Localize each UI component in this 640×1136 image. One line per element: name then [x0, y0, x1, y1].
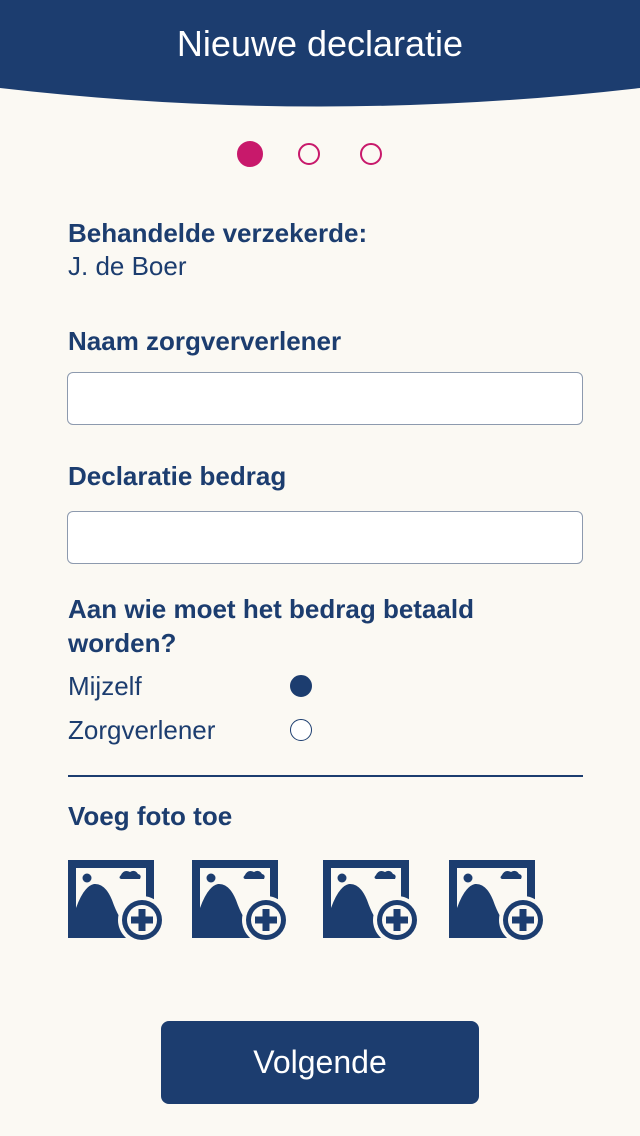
- add-photo-icon: [322, 858, 424, 946]
- payee-option-provider-label: Zorgverlener: [68, 715, 216, 745]
- insured-name: J. de Boer: [68, 251, 187, 281]
- next-button[interactable]: Volgende: [161, 1021, 479, 1104]
- amount-label: Declaratie bedrag: [68, 461, 287, 491]
- payee-option-self[interactable]: Mijzelf: [68, 666, 328, 706]
- add-photo-button-2[interactable]: [191, 858, 293, 946]
- add-photo-label: Voeg foto toe: [68, 801, 233, 831]
- provider-name-label: Naam zorgververlener: [68, 326, 342, 356]
- step-dot-2: [298, 143, 320, 165]
- payee-question: Aan wie moet het bedrag betaald worden?: [68, 594, 474, 658]
- add-photo-button-3[interactable]: [322, 858, 424, 946]
- payee-option-self-label: Mijzelf: [68, 671, 142, 701]
- radio-checked-icon[interactable]: [290, 675, 312, 697]
- provider-name-input[interactable]: [67, 372, 583, 425]
- add-photo-button-1[interactable]: [67, 858, 169, 946]
- page-title: Nieuwe declaratie: [176, 23, 464, 64]
- insured-label: Behandelde verzekerde:: [68, 218, 368, 248]
- header-bar: Nieuwe declaratie: [0, 0, 640, 115]
- add-photo-icon: [67, 858, 169, 946]
- radio-unchecked-icon[interactable]: [290, 719, 312, 741]
- payee-option-provider[interactable]: Zorgverlener: [68, 710, 328, 750]
- section-divider: [68, 775, 583, 777]
- add-photo-icon: [448, 858, 550, 946]
- amount-input[interactable]: [67, 511, 583, 564]
- add-photo-button-4[interactable]: [448, 858, 550, 946]
- step-dot-3: [360, 143, 382, 165]
- step-dot-1: [237, 141, 263, 167]
- add-photo-icon: [191, 858, 293, 946]
